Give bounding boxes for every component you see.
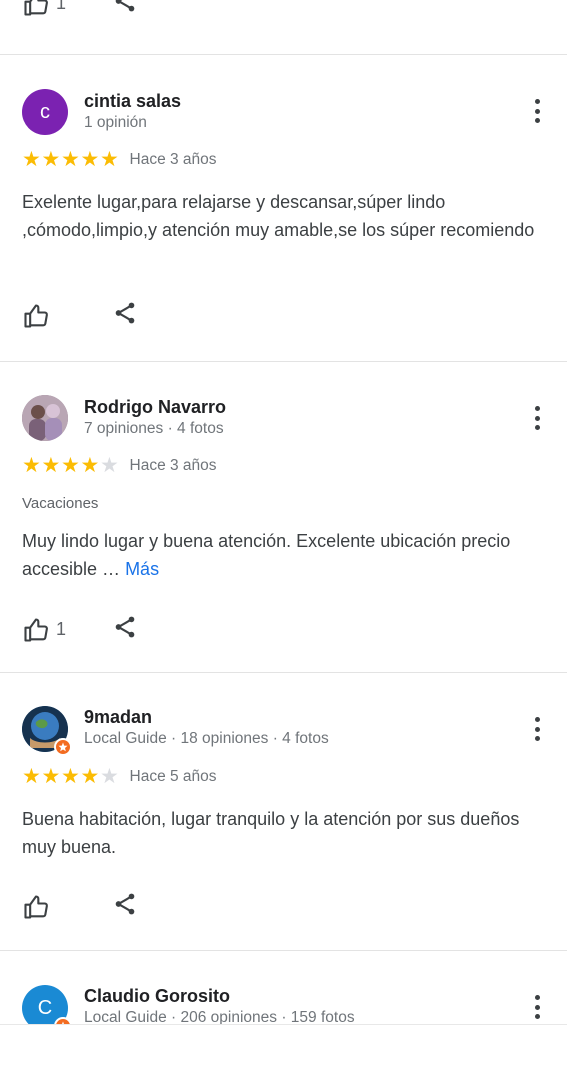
like-button[interactable]: 1 (22, 0, 112, 18)
star-filled-icon: ★ (41, 765, 61, 788)
rating-row: ★ ★ ★ ★ ★ Hace 3 años (22, 455, 217, 476)
rating-row: ★ ★ ★ ★ ★ Hace 5 años (22, 766, 217, 787)
star-rating: ★ ★ ★ ★ ★ (22, 149, 120, 170)
like-button[interactable]: 1 (22, 616, 112, 644)
reviewer-meta: Local Guide · 18 opiniones · 4 fotos (84, 730, 329, 747)
review-body: Muy lindo lugar y buena atención. Excele… (22, 531, 511, 579)
avatar-letter: C (37, 996, 53, 1019)
reviewer-name[interactable]: cintia salas (84, 91, 181, 112)
star-rating: ★ ★ ★ ★ ★ (22, 455, 120, 476)
review-actions (22, 300, 138, 331)
review-text: Muy lindo lugar y buena atención. Excele… (22, 527, 557, 583)
avatar[interactable]: c (22, 89, 68, 135)
reviewer-name[interactable]: Claudio Gorosito (84, 986, 230, 1007)
more-options-button[interactable] (526, 96, 548, 126)
star-filled-icon: ★ (41, 454, 61, 477)
review-date: Hace 3 años (129, 150, 217, 168)
star-filled-icon: ★ (41, 148, 61, 171)
share-button[interactable] (112, 891, 138, 922)
star-filled-icon: ★ (22, 765, 41, 788)
share-button[interactable] (112, 614, 138, 645)
local-guide-badge-icon (54, 738, 72, 756)
star-filled-icon: ★ (80, 454, 100, 477)
bottom-bar (0, 1024, 567, 1090)
reviewer-meta: 7 opiniones · 4 fotos (84, 420, 224, 437)
reviewer-meta: 1 opinión (84, 114, 147, 131)
previous-review-actions: 1 (0, 0, 567, 55)
star-filled-icon: ★ (80, 148, 100, 171)
avatar[interactable] (22, 395, 68, 441)
thumb-up-icon (24, 617, 48, 642)
reviewer-name[interactable]: 9madan (84, 707, 152, 728)
review-body: Buena habitación, lugar tranquilo y la a… (22, 809, 520, 857)
thumb-up-icon (24, 894, 48, 919)
star-filled-icon: ★ (22, 454, 41, 477)
review-actions: 1 (22, 0, 138, 19)
like-count: 1 (56, 619, 67, 639)
like-count: 1 (56, 0, 67, 13)
star-filled-icon: ★ (80, 765, 100, 788)
share-icon (115, 302, 135, 324)
share-button[interactable] (112, 300, 138, 331)
trip-type-tag: Vacaciones (22, 495, 99, 512)
review-card: 9madan Local Guide · 18 opiniones · 4 fo… (0, 673, 567, 951)
review-date: Hace 5 años (129, 767, 217, 785)
read-more-link[interactable]: Más (125, 559, 159, 579)
star-empty-icon: ★ (100, 765, 119, 788)
share-icon (115, 0, 135, 12)
review-date: Hace 3 años (129, 456, 217, 474)
like-button[interactable] (22, 302, 112, 330)
star-filled-icon: ★ (61, 765, 80, 788)
share-icon (115, 893, 135, 915)
star-rating: ★ ★ ★ ★ ★ (22, 766, 120, 787)
share-button[interactable] (112, 0, 138, 19)
avatar[interactable] (22, 706, 72, 756)
thumb-up-icon (24, 0, 48, 16)
more-options-button[interactable] (526, 714, 548, 744)
rating-row: ★ ★ ★ ★ ★ Hace 3 años (22, 149, 217, 170)
review-card: c cintia salas 1 opinión ★ ★ ★ ★ ★ Hace 3 añ… (0, 55, 567, 362)
star-filled-icon: ★ (22, 148, 41, 171)
thumb-up-icon (24, 303, 48, 328)
avatar-letter: c (40, 100, 50, 123)
star-empty-icon: ★ (100, 454, 119, 477)
reviewer-name[interactable]: Rodrigo Navarro (84, 397, 226, 418)
star-filled-icon: ★ (61, 148, 80, 171)
share-icon (115, 616, 135, 638)
review-body: Exelente lugar,para relajarse y descansa… (22, 192, 535, 240)
review-text: Exelente lugar,para relajarse y descansa… (22, 188, 557, 244)
review-actions (22, 891, 138, 922)
profile-photo (22, 395, 68, 441)
like-button[interactable] (22, 893, 112, 921)
star-filled-icon: ★ (61, 454, 80, 477)
more-options-button[interactable] (526, 403, 548, 433)
review-card: Rodrigo Navarro 7 opiniones · 4 fotos ★ ★… (0, 362, 567, 673)
review-actions: 1 (22, 614, 138, 645)
star-filled-icon: ★ (100, 148, 119, 171)
more-options-button[interactable] (526, 992, 548, 1022)
review-text: Buena habitación, lugar tranquilo y la a… (22, 805, 557, 861)
